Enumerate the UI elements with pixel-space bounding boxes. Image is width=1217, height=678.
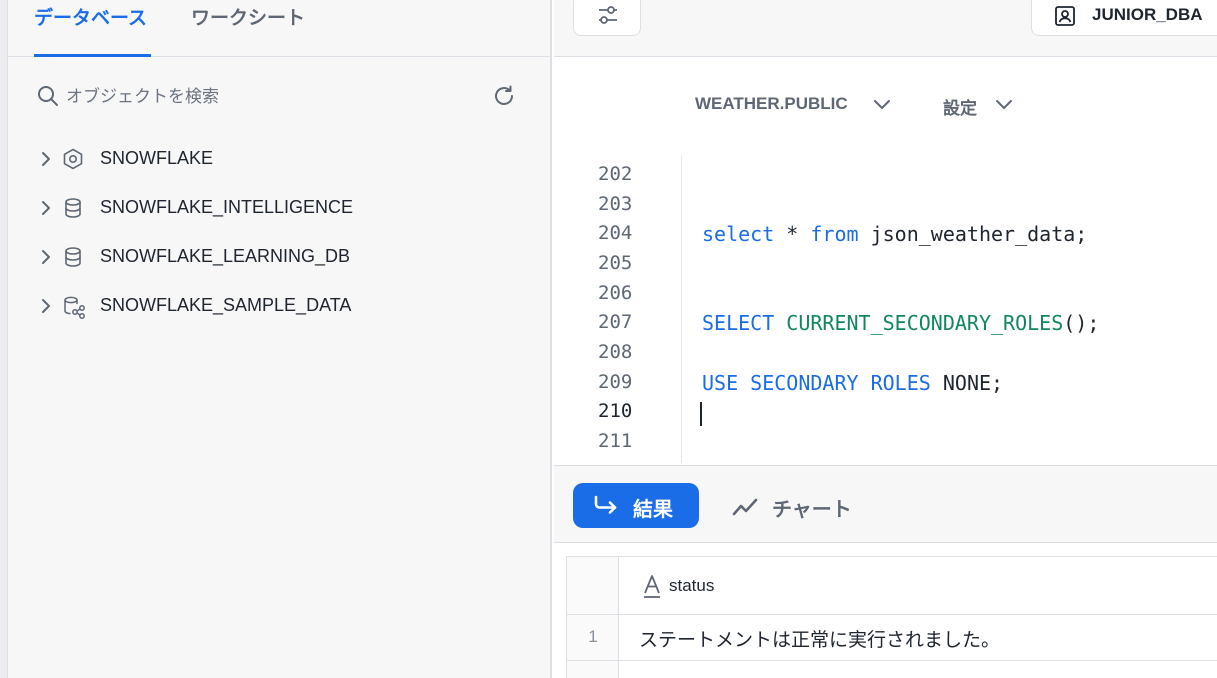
chart-label: チャート bbox=[772, 497, 852, 521]
shared-database-icon bbox=[64, 296, 85, 319]
line-number: 209 bbox=[598, 371, 633, 393]
sql-keyword: USE bbox=[702, 371, 739, 395]
line-number-current: 210 bbox=[598, 400, 633, 422]
results-grid: status 1 ステートメントは正常に実行されました。 bbox=[566, 556, 1217, 678]
text-type-icon bbox=[644, 575, 660, 598]
code-line-209[interactable]: USE SECONDARY ROLES NONE; bbox=[702, 371, 1003, 395]
return-arrow-icon bbox=[594, 495, 617, 514]
chevron-down-icon bbox=[996, 100, 1012, 110]
tree-item-snowflake-learning-db[interactable]: SNOWFLAKE_LEARNING_DB bbox=[36, 239, 536, 275]
sql-keyword: SECONDARY bbox=[750, 371, 859, 395]
tree-item-snowflake-intelligence[interactable]: SNOWFLAKE_INTELLIGENCE bbox=[36, 190, 536, 226]
line-number: 206 bbox=[598, 282, 633, 304]
tree-item-label: SNOWFLAKE_INTELLIGENCE bbox=[100, 197, 354, 217]
worksheet-toolbar: JUNIOR_DBA bbox=[554, 0, 1217, 57]
code-line-207[interactable]: SELECT CURRENT_SECONDARY_ROLES(); bbox=[702, 311, 1099, 335]
line-number: 207 bbox=[598, 311, 633, 333]
tree-item-snowflake[interactable]: SNOWFLAKE bbox=[36, 141, 536, 177]
sql-text: * bbox=[774, 222, 811, 246]
database-icon bbox=[65, 198, 81, 218]
sql-function: CURRENT_SECONDARY_ROLES bbox=[786, 311, 1064, 335]
role-label: JUNIOR_DBA bbox=[1092, 5, 1203, 24]
tree-item-label: SNOWFLAKE_SAMPLE_DATA bbox=[100, 295, 352, 315]
line-number: 204 bbox=[598, 222, 633, 244]
line-number: 208 bbox=[598, 341, 633, 363]
trend-line-icon bbox=[732, 498, 758, 516]
tab-worksheets[interactable]: ワークシート bbox=[191, 5, 305, 57]
row-number: 1 bbox=[588, 627, 598, 646]
chevron-right-icon[interactable] bbox=[38, 151, 54, 167]
panel-edge bbox=[0, 0, 8, 678]
line-number: 202 bbox=[598, 163, 633, 185]
text-cursor bbox=[700, 402, 702, 426]
results-toolbar: 結果 チャート bbox=[554, 465, 1217, 543]
chevron-right-icon[interactable] bbox=[38, 200, 54, 216]
sql-keyword: from bbox=[810, 222, 859, 246]
table-row[interactable]: 1 ステートメントは正常に実行されました。 bbox=[567, 615, 1217, 661]
line-number: 211 bbox=[598, 430, 633, 452]
line-number: 205 bbox=[598, 252, 633, 274]
settings-selector[interactable]: 設定 bbox=[943, 94, 1012, 119]
sql-text: (); bbox=[1063, 311, 1100, 335]
status-cell[interactable]: ステートメントは正常に実行されました。 bbox=[639, 625, 1000, 652]
object-explorer-panel: データベース ワークシート SNOWFLAKE SNOWFLAKE_INTELL… bbox=[0, 0, 552, 678]
results-button[interactable]: 結果 bbox=[573, 483, 699, 528]
tab-databases[interactable]: データベース bbox=[34, 5, 151, 57]
sliders-icon bbox=[599, 6, 617, 24]
object-search bbox=[36, 82, 526, 112]
tree-item-snowflake-sample-data[interactable]: SNOWFLAKE_SAMPLE_DATA bbox=[36, 288, 536, 324]
user-badge-icon bbox=[1055, 6, 1075, 26]
search-icon bbox=[38, 86, 58, 106]
line-number: 203 bbox=[598, 193, 633, 215]
grid-header: status bbox=[567, 557, 1217, 615]
chevron-down-icon bbox=[874, 100, 890, 110]
results-label: 結果 bbox=[633, 497, 673, 521]
sql-keyword: ROLES bbox=[870, 371, 931, 395]
column-header-status[interactable]: status bbox=[669, 576, 714, 596]
chevron-right-icon[interactable] bbox=[38, 249, 54, 265]
code-line-204[interactable]: select * from json_weather_data; bbox=[702, 222, 1087, 246]
schema-selector[interactable]: WEATHER.PUBLIC bbox=[695, 94, 890, 114]
tree-item-label: SNOWFLAKE_LEARNING_DB bbox=[100, 246, 351, 266]
schema-label: WEATHER.PUBLIC bbox=[695, 94, 848, 113]
role-selector-button[interactable]: JUNIOR_DBA bbox=[1031, 0, 1217, 36]
sql-keyword: SELECT bbox=[702, 311, 775, 335]
chevron-right-icon[interactable] bbox=[38, 298, 54, 314]
filter-button[interactable] bbox=[573, 0, 641, 36]
sql-text: NONE; bbox=[942, 371, 1004, 395]
sql-text: json_weather_data; bbox=[858, 222, 1088, 246]
worksheet-panel: JUNIOR_DBA WEATHER.PUBLIC 設定 202 203 204… bbox=[554, 0, 1217, 678]
search-input[interactable] bbox=[66, 82, 486, 112]
chart-button[interactable]: チャート bbox=[732, 483, 872, 528]
tree-item-label: SNOWFLAKE bbox=[100, 148, 214, 168]
hexagon-icon bbox=[63, 148, 83, 170]
explorer-tabs: データベース ワークシート bbox=[8, 0, 550, 57]
settings-label: 設定 bbox=[943, 99, 977, 118]
sql-keyword: select bbox=[702, 222, 775, 246]
database-icon bbox=[65, 247, 81, 267]
refresh-icon[interactable] bbox=[492, 84, 516, 108]
gutter-divider bbox=[681, 155, 682, 463]
